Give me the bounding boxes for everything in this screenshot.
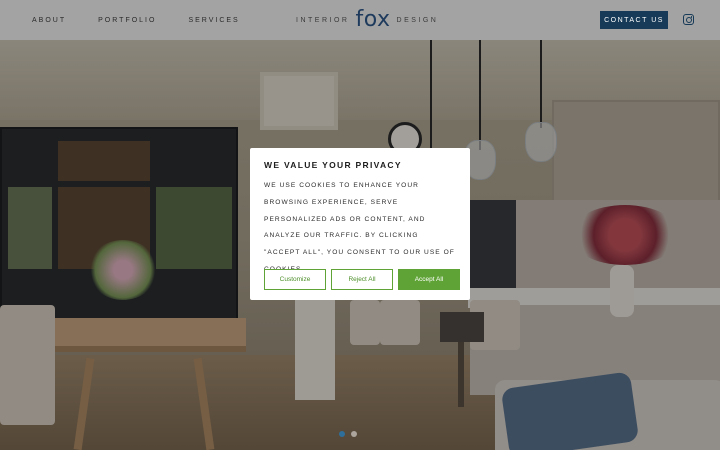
site-logo[interactable]: INTERIOR fox DESIGN (296, 8, 438, 32)
cookie-title: WE VALUE YOUR PRIVACY (264, 160, 402, 170)
nav-portfolio[interactable]: PORTFOLIO (98, 17, 156, 24)
slider-dot-2[interactable] (351, 431, 357, 437)
nav-about[interactable]: ABOUT (32, 17, 66, 24)
contact-us-button[interactable]: CONTACT US (600, 11, 668, 29)
customize-button[interactable]: Customize (264, 269, 326, 290)
reject-all-button[interactable]: Reject All (331, 269, 393, 290)
cookie-message: WE USE COOKIES TO ENHANCE YOUR BROWSING … (264, 182, 455, 273)
instagram-icon[interactable] (683, 14, 694, 25)
nav-services[interactable]: SERVICES (188, 17, 239, 24)
site-header: ABOUT PORTFOLIO SERVICES INTERIOR fox DE… (0, 0, 720, 40)
accept-all-button[interactable]: Accept All (398, 269, 460, 290)
slider-dots (339, 431, 357, 437)
logo-design: DESIGN (396, 16, 439, 24)
main-nav: ABOUT PORTFOLIO SERVICES (32, 0, 240, 40)
cookie-actions: Customize Reject All Accept All (264, 269, 460, 290)
cookie-consent-dialog: WE VALUE YOUR PRIVACY WE USE COOKIES TO … (250, 148, 470, 300)
logo-interior: INTERIOR (296, 16, 350, 24)
slider-dot-1[interactable] (339, 431, 345, 437)
logo-brand: fox (355, 7, 391, 32)
